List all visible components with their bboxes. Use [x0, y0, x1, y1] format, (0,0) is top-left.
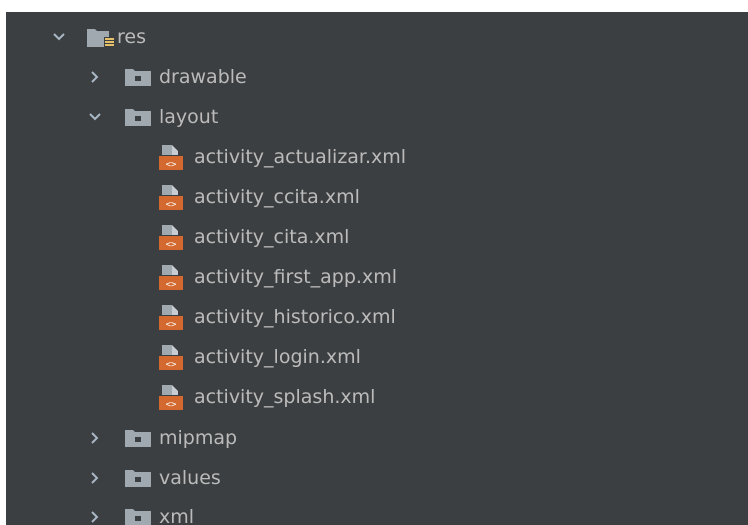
- tree-node-label: drawable: [159, 66, 247, 88]
- tree-file-activity-cita[interactable]: <> activity_cita.xml: [6, 217, 748, 257]
- tree-file-activity-splash[interactable]: <> activity_splash.xml: [6, 377, 748, 417]
- chevron-right-icon[interactable]: [84, 427, 106, 449]
- chevron-right-icon[interactable]: [84, 506, 106, 525]
- package-folder-icon: [124, 506, 152, 525]
- tree-file-activity-historico[interactable]: <> activity_historico.xml: [6, 297, 748, 337]
- layout-xml-file-icon: <>: [158, 343, 184, 371]
- project-tree-panel: res drawable layout <> activity_actualiz…: [6, 12, 748, 525]
- svg-text:<>: <>: [166, 160, 177, 170]
- package-folder-icon: [124, 427, 152, 449]
- resource-folder-icon: [86, 26, 115, 48]
- layout-xml-file-icon: <>: [158, 263, 184, 291]
- layout-xml-file-icon: <>: [158, 223, 184, 251]
- tree-node-mipmap[interactable]: mipmap: [6, 418, 748, 458]
- tree-file-label: activity_cita.xml: [194, 226, 350, 248]
- tree-node-values[interactable]: values: [6, 458, 748, 498]
- chevron-down-icon[interactable]: [48, 26, 70, 48]
- tree-node-label: res: [117, 26, 146, 48]
- svg-text:<>: <>: [166, 400, 177, 410]
- tree-file-label: activity_splash.xml: [194, 386, 376, 408]
- tree-file-label: activity_historico.xml: [194, 306, 396, 328]
- tree-node-layout[interactable]: layout: [6, 97, 748, 137]
- tree-node-label: mipmap: [159, 427, 238, 449]
- tree-file-label: activity_ccita.xml: [194, 186, 360, 208]
- tree-node-label: xml: [159, 506, 195, 525]
- layout-xml-file-icon: <>: [158, 303, 184, 331]
- tree-file-activity-actualizar[interactable]: <> activity_actualizar.xml: [6, 137, 748, 177]
- tree-file-label: activity_first_app.xml: [194, 266, 397, 288]
- layout-xml-file-icon: <>: [158, 183, 184, 211]
- tree-file-activity-ccita[interactable]: <> activity_ccita.xml: [6, 177, 748, 217]
- svg-text:<>: <>: [166, 320, 177, 330]
- svg-text:<>: <>: [166, 360, 177, 370]
- layout-xml-file-icon: <>: [158, 143, 184, 171]
- tree-node-label: layout: [159, 106, 219, 128]
- package-folder-icon: [124, 106, 152, 128]
- tree-file-activity-login[interactable]: <> activity_login.xml: [6, 337, 748, 377]
- tree-file-label: activity_login.xml: [194, 346, 361, 368]
- tree-node-res[interactable]: res: [6, 17, 748, 57]
- tree-file-activity-first-app[interactable]: <> activity_first_app.xml: [6, 257, 748, 297]
- svg-text:<>: <>: [166, 280, 177, 290]
- chevron-down-icon[interactable]: [84, 106, 106, 128]
- package-folder-icon: [124, 467, 152, 489]
- tree-node-drawable[interactable]: drawable: [6, 57, 748, 97]
- tree-file-label: activity_actualizar.xml: [194, 146, 407, 168]
- tree-node-xml[interactable]: xml: [6, 497, 748, 525]
- svg-text:<>: <>: [166, 240, 177, 250]
- layout-xml-file-icon: <>: [158, 383, 184, 411]
- chevron-right-icon[interactable]: [84, 66, 106, 88]
- package-folder-icon: [124, 66, 152, 88]
- chevron-right-icon[interactable]: [84, 467, 106, 489]
- tree-node-label: values: [159, 467, 221, 489]
- svg-text:<>: <>: [166, 200, 177, 210]
